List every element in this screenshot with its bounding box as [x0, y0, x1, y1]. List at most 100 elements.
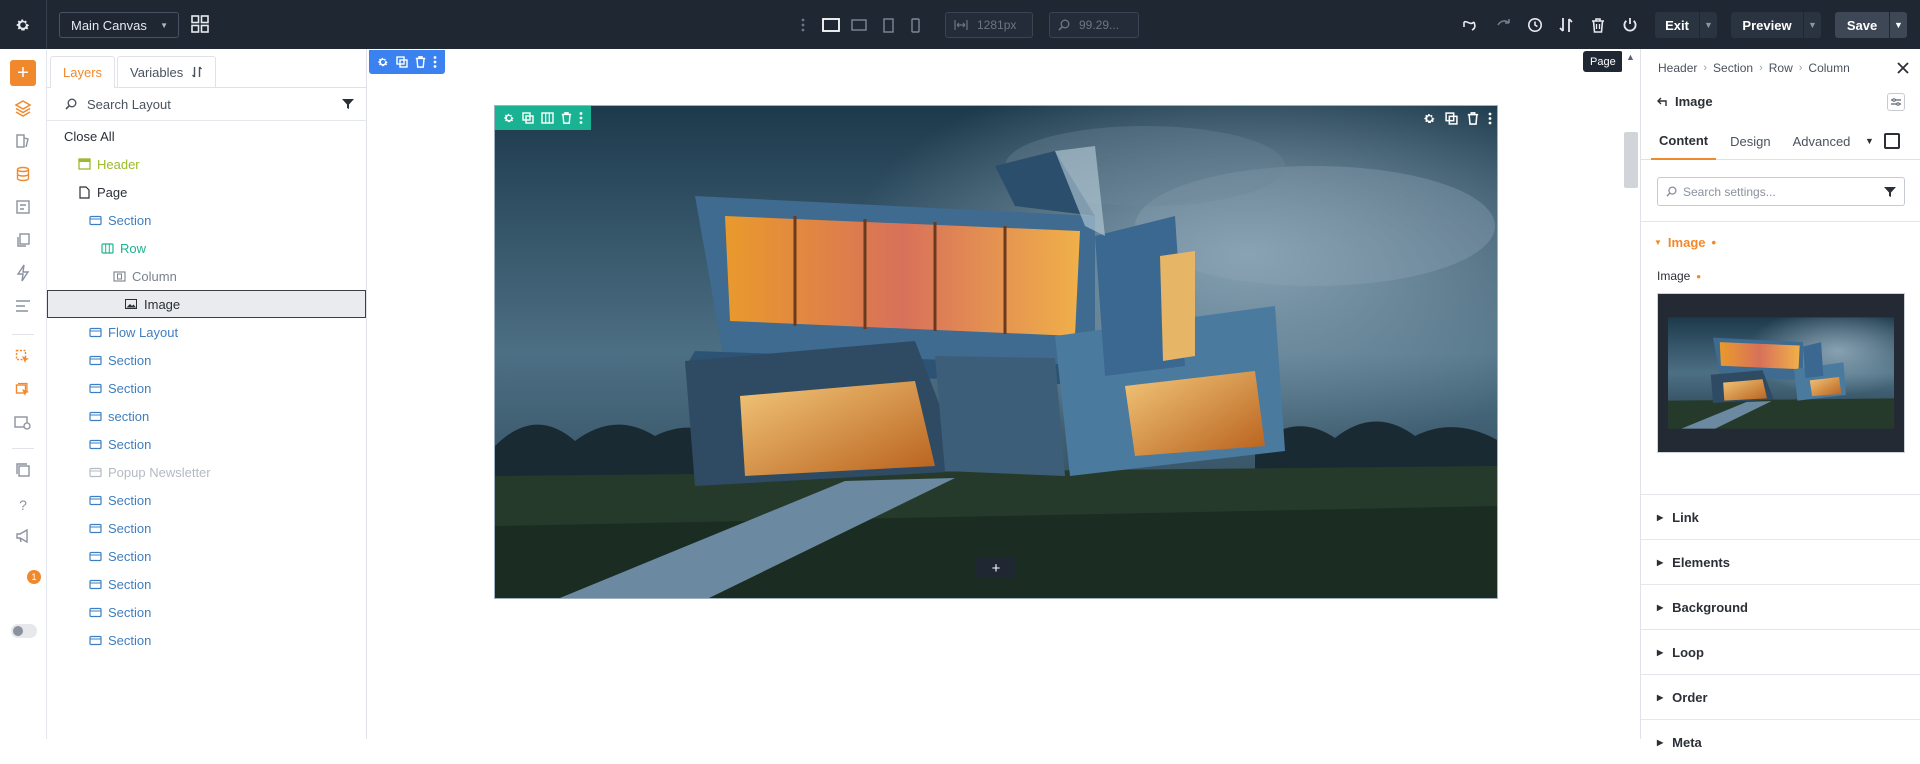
- announcements-rail-button[interactable]: [11, 524, 35, 548]
- trash-icon[interactable]: [415, 56, 426, 68]
- preview-button[interactable]: Preview: [1731, 12, 1803, 38]
- viewport-desktop-button[interactable]: [820, 14, 842, 36]
- exit-button[interactable]: Exit: [1655, 12, 1699, 38]
- redo-button[interactable]: [1491, 13, 1515, 37]
- tree-item-section[interactable]: Section: [47, 598, 367, 626]
- viewport-tablet-portrait-button[interactable]: [877, 14, 899, 36]
- filter-icon[interactable]: [1884, 186, 1896, 198]
- save-button[interactable]: Save: [1835, 12, 1889, 38]
- tree-item-flow-layout[interactable]: Flow Layout: [47, 318, 367, 346]
- more-vertical-icon[interactable]: [1488, 112, 1492, 125]
- undo-button[interactable]: [1458, 13, 1482, 37]
- tree-item-section[interactable]: Section: [47, 430, 367, 458]
- tree-item-section[interactable]: Section: [47, 346, 367, 374]
- add-inside-button[interactable]: +: [976, 558, 1016, 578]
- tree-item-section[interactable]: Section: [47, 206, 367, 234]
- breadcrumb-item[interactable]: Row: [1769, 61, 1793, 75]
- element-options-button[interactable]: [1887, 93, 1905, 111]
- styles-rail-button[interactable]: [11, 129, 35, 153]
- section-icon: [88, 381, 102, 395]
- columns-icon[interactable]: [541, 112, 554, 124]
- back-arrow-icon[interactable]: [1657, 97, 1667, 107]
- tree-item-section[interactable]: section: [47, 402, 367, 430]
- canvas-width-input[interactable]: 1281px: [945, 12, 1033, 38]
- tab-variables[interactable]: Variables: [117, 56, 217, 87]
- duplicate-icon[interactable]: [1444, 111, 1458, 125]
- structure-rail-button[interactable]: [11, 294, 35, 318]
- sort-button[interactable]: [1554, 13, 1578, 37]
- tab-design[interactable]: Design: [1722, 123, 1778, 160]
- settings-gear-button[interactable]: [0, 0, 47, 49]
- layer-search[interactable]: Search Layout: [47, 88, 366, 121]
- duplicate-icon[interactable]: [396, 56, 408, 68]
- zoom-input[interactable]: 99.29...: [1049, 12, 1139, 38]
- add-element-button[interactable]: +: [10, 60, 36, 86]
- grid-view-button[interactable]: [189, 13, 211, 35]
- site-settings-rail-button[interactable]: [11, 411, 35, 435]
- canvas-image-element[interactable]: [494, 105, 1498, 599]
- gear-icon[interactable]: [377, 56, 389, 68]
- tree-item-section[interactable]: Section: [47, 626, 367, 654]
- tree-item-section[interactable]: Section: [47, 374, 367, 402]
- gear-icon[interactable]: [503, 112, 515, 124]
- tree-item-page[interactable]: Page: [47, 178, 367, 206]
- breadcrumb-item[interactable]: Column: [1808, 61, 1849, 75]
- more-vertical-icon[interactable]: [579, 112, 583, 124]
- tree-item-section[interactable]: Section: [47, 542, 367, 570]
- tree-item-section[interactable]: Section: [47, 486, 367, 514]
- templates-rail-button[interactable]: [11, 378, 35, 402]
- settings-search-input[interactable]: Search settings...: [1657, 177, 1905, 206]
- more-vertical-icon[interactable]: [433, 56, 437, 68]
- breadcrumb-item[interactable]: Header: [1658, 61, 1697, 75]
- components-rail-button[interactable]: [11, 345, 35, 369]
- tree-item-section[interactable]: Section: [47, 514, 367, 542]
- layers-rail-button[interactable]: [11, 96, 35, 120]
- preview-caret[interactable]: ▼: [1803, 12, 1821, 38]
- gear-icon[interactable]: [1423, 112, 1436, 125]
- viewport-mobile-button[interactable]: [904, 14, 926, 36]
- more-vertical-icon[interactable]: [798, 14, 808, 36]
- pages-rail-button[interactable]: [11, 228, 35, 252]
- tree-item-popup-newsletter[interactable]: Popup Newsletter: [47, 458, 367, 486]
- tab-content[interactable]: Content: [1651, 123, 1717, 160]
- windows-rail-button[interactable]: [11, 458, 35, 482]
- group-elements[interactable]: ▶ Elements: [1641, 539, 1920, 584]
- chevron-down-icon[interactable]: ▼: [1865, 136, 1874, 146]
- group-image-header[interactable]: ▼ Image •: [1654, 235, 1716, 250]
- viewport-tablet-landscape-button[interactable]: [848, 14, 870, 36]
- canvas-select[interactable]: Main Canvas ▼: [59, 12, 179, 38]
- tree-item-column[interactable]: Column: [47, 262, 367, 290]
- help-rail-button[interactable]: ?: [11, 493, 35, 517]
- state-box-icon[interactable]: [1884, 133, 1900, 149]
- trash-icon[interactable]: [561, 112, 572, 124]
- history-button[interactable]: [1523, 13, 1547, 37]
- tree-item-image[interactable]: Image: [47, 290, 366, 318]
- duplicate-icon[interactable]: [522, 112, 534, 124]
- chevron-up-icon[interactable]: ▲: [1626, 52, 1635, 62]
- group-order[interactable]: ▶ Order: [1641, 674, 1920, 719]
- delete-button[interactable]: [1586, 13, 1610, 37]
- group-link[interactable]: ▶ Link: [1641, 494, 1920, 539]
- image-field-preview[interactable]: [1657, 293, 1905, 453]
- tab-layers[interactable]: Layers: [50, 56, 116, 88]
- section-icon: [88, 325, 102, 339]
- theme-toggle[interactable]: [11, 624, 37, 638]
- interactions-rail-button[interactable]: [11, 261, 35, 285]
- trash-icon[interactable]: [1467, 111, 1479, 125]
- close-all-link[interactable]: Close All: [47, 122, 367, 150]
- close-panel-button[interactable]: [1897, 62, 1909, 74]
- group-loop[interactable]: ▶ Loop: [1641, 629, 1920, 674]
- tree-item-section[interactable]: Section: [47, 570, 367, 598]
- tree-item-row[interactable]: Row: [47, 234, 367, 262]
- breadcrumb-item[interactable]: Section: [1713, 61, 1753, 75]
- database-rail-button[interactable]: [11, 162, 35, 186]
- forms-rail-button[interactable]: [11, 195, 35, 219]
- tree-item-header[interactable]: Header: [47, 150, 367, 178]
- tab-advanced[interactable]: Advanced: [1785, 123, 1859, 160]
- group-background[interactable]: ▶ Background: [1641, 584, 1920, 629]
- power-button[interactable]: [1618, 13, 1642, 37]
- group-meta[interactable]: ▶ Meta: [1641, 719, 1920, 764]
- canvas-scrollbar-thumb[interactable]: [1624, 132, 1638, 188]
- exit-caret[interactable]: ▼: [1699, 12, 1717, 38]
- save-caret[interactable]: ▼: [1889, 12, 1907, 38]
